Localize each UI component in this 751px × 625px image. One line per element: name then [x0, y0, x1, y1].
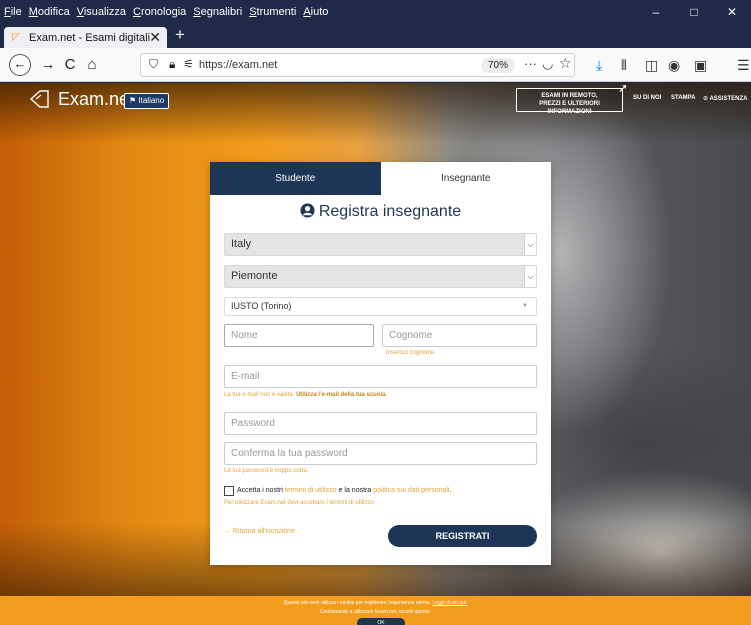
last-name-field[interactable]: Cognome — [382, 324, 537, 347]
nav-about[interactable]: SU DI NOI — [633, 95, 661, 101]
terms-part-1: Accetta i nostri — [237, 487, 283, 494]
menu-view[interactable]: Visualizza — [77, 6, 126, 18]
terms-end: . — [449, 487, 452, 494]
terms-part-2: e la nostra — [338, 487, 372, 494]
email-hint-text: La tua e-mail non è valida. — [224, 392, 295, 398]
region-value: Piemonte — [231, 270, 278, 282]
maximize-button[interactable]: □ — [675, 0, 713, 24]
form-title: Registra insegnante — [210, 203, 551, 221]
nav-help[interactable]: ⊙ ASSISTENZA — [703, 95, 747, 102]
remote-line-2: PREZZI E ULTERIORI INFORMAZIONI — [539, 101, 600, 115]
cookie-text: Questo sito web utilizza i cookie per mi… — [283, 600, 431, 606]
tab-bar: ◸ Exam.net - Esami digitali ✕ — [0, 24, 751, 48]
menu-bookmarks[interactable]: Segnalibri — [193, 6, 242, 18]
url-text[interactable]: https://exam.net — [199, 59, 277, 71]
password-hint: La tua password è troppo corta. — [224, 468, 309, 474]
logo-text: Exam.net — [58, 88, 135, 109]
school-value: IUSTO (Torino) — [231, 301, 292, 311]
menu-file[interactable]: File — [4, 6, 22, 18]
register-button[interactable]: REGISTRATI — [388, 525, 537, 547]
reload-button[interactable]: C — [60, 55, 80, 75]
extension-gift-icon[interactable]: ▣ — [694, 56, 707, 74]
region-select[interactable]: Piemonte ⌵ — [224, 265, 537, 288]
cookie-banner: Questo sito web utilizza i cookie per mi… — [0, 596, 751, 625]
privacy-policy-link[interactable]: politica sui dati personali — [373, 487, 449, 494]
cookie-line-1: Questo sito web utilizza i cookie per mi… — [0, 600, 751, 606]
tab-teacher[interactable]: Insegnante — [380, 162, 551, 195]
terms-hint: Per utilizzare Exam.net devi accettare i… — [224, 500, 374, 506]
menu-bar: File Modifica Visualizza Cronologia Segn… — [0, 0, 751, 24]
page-content: Exam.net ⚑ Italiano ESAMI IN REMOTO, PRE… — [0, 83, 751, 625]
menu-history[interactable]: Cronologia — [133, 6, 186, 18]
language-button[interactable]: ⚑ Italiano — [124, 93, 170, 109]
user-circle-icon — [300, 203, 315, 218]
lock-icon[interactable]: 🔒︎ — [169, 57, 175, 72]
terms-of-use-link[interactable]: termini di utilizzo — [285, 487, 337, 494]
tab-student[interactable]: Studente — [210, 162, 381, 195]
form-title-text: Registra insegnante — [318, 203, 462, 220]
download-icon[interactable]: ⤓ — [596, 56, 602, 74]
terms-text: Accetta i nostri termini di utilizzo e l… — [237, 487, 451, 494]
registration-card: Studente Insegnante Registra insegnante … — [210, 162, 551, 565]
pocket-icon[interactable]: ◡ — [542, 56, 553, 72]
minimize-button[interactable]: – — [637, 0, 675, 24]
exam-net-favicon-icon: ◸ — [12, 31, 20, 43]
menu-help[interactable]: Aiuto — [303, 6, 328, 18]
site-logo[interactable]: Exam.net — [28, 88, 134, 110]
caret-down-icon: ▼ — [522, 303, 528, 309]
first-name-field[interactable]: Nome — [224, 324, 374, 347]
new-tab-button[interactable]: + — [175, 26, 185, 44]
cookie-line-2: Continuando a utilizzare Exam.net, accet… — [319, 609, 432, 615]
menu-edit[interactable]: Modifica — [29, 6, 70, 18]
last-name-hint: Inserisci cognome — [386, 350, 435, 356]
confirm-password-field[interactable]: Conferma la tua password — [224, 442, 537, 465]
window-controls: – □ ✕ — [637, 0, 751, 24]
terms-checkbox[interactable] — [224, 486, 234, 496]
tab-exam-net[interactable]: ◸ Exam.net - Esami digitali ✕ — [4, 27, 167, 48]
remote-exams-button[interactable]: ESAMI IN REMOTO, PREZZI E ULTERIORI INFO… — [516, 88, 623, 115]
back-button[interactable]: ← — [9, 54, 31, 76]
exam-net-logo-icon — [29, 90, 49, 108]
cookie-ok-button[interactable]: OK — [357, 618, 405, 625]
forward-button[interactable]: → — [38, 55, 58, 75]
email-hint: La tua e-mail non è valida. Utilizza l'e… — [224, 392, 387, 398]
url-bar[interactable]: ⛉ 🔒︎ ⚟ https://exam.net 70% ··· ◡ ☆ — [140, 53, 575, 77]
zoom-indicator[interactable]: 70% — [481, 58, 516, 73]
tab-close-icon[interactable]: ✕ — [149, 29, 161, 46]
close-window-button[interactable]: ✕ — [713, 0, 751, 24]
email-field[interactable]: E-mail — [224, 365, 537, 388]
navigation-bar: ← → C ⌂ ⛉ 🔒︎ ⚟ https://exam.net 70% ··· … — [0, 48, 751, 82]
password-field[interactable]: Password — [224, 412, 537, 435]
language-label: Italiano — [138, 96, 165, 105]
tracking-shield-icon[interactable]: ⛉ — [149, 57, 158, 72]
cookie-read-more-link[interactable]: Leggi di più qui. — [432, 600, 467, 606]
sidebar-icon[interactable]: ◫ — [645, 56, 658, 74]
arrow-icon: ➚ — [618, 83, 629, 95]
nav-print[interactable]: STAMPA — [671, 95, 695, 101]
email-hint-bold: Utilizza l'e-mail della tua scuola. — [296, 392, 388, 398]
role-tabs: Studente Insegnante — [210, 162, 551, 195]
page-actions-icon[interactable]: ··· — [524, 56, 537, 71]
remote-line-1: ESAMI IN REMOTO, — [541, 93, 598, 99]
country-select[interactable]: Italy ⌵ — [224, 233, 537, 256]
account-icon[interactable]: ◉ — [668, 56, 680, 74]
library-icon[interactable]: ⫴ — [621, 56, 627, 74]
bookmark-star-icon[interactable]: ☆ — [559, 55, 572, 72]
back-to-signup-link[interactable]: ← Ritorna all'iscrizione — [224, 528, 295, 535]
menu-tools[interactable]: Strumenti — [249, 6, 296, 18]
country-value: Italy — [231, 238, 252, 250]
chevron-down-icon: ⌵ — [524, 266, 536, 287]
reload-icon: C — [64, 56, 76, 73]
permissions-icon[interactable]: ⚟ — [183, 57, 194, 71]
hamburger-menu-icon[interactable]: ☰ — [737, 56, 750, 74]
home-button[interactable]: ⌂ — [82, 55, 102, 75]
tab-title: Exam.net - Esami digitali — [29, 31, 151, 44]
chevron-down-icon: ⌵ — [524, 234, 536, 255]
school-select[interactable]: IUSTO (Torino) ▼ — [224, 297, 537, 316]
